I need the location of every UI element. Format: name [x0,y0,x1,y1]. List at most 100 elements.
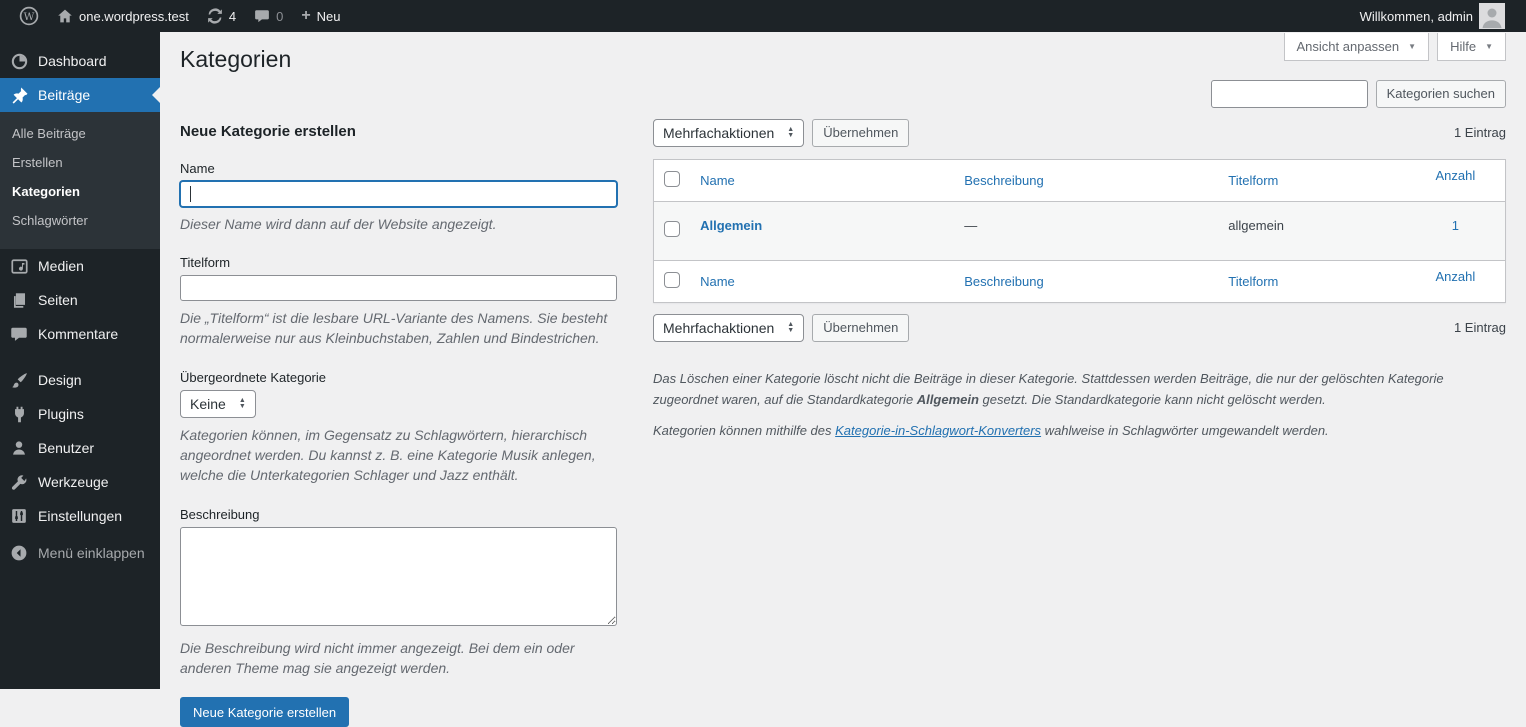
slug-help: Die „Titelform“ ist die lesbare URL-Vari… [180,310,608,347]
submenu-item-erstellen[interactable]: Erstellen [0,148,160,177]
submenu-item-alle-beitraege[interactable]: Alle Beiträge [0,119,160,148]
help-label: Hilfe [1450,39,1477,54]
row-checkbox[interactable] [664,221,680,238]
table-row: Allgemein — allgemein 1 [653,201,1506,261]
plus-icon: + [301,7,311,24]
sidebar-item-design[interactable]: Design [0,363,160,397]
screen-options-toggle[interactable]: Ansicht anpassen ▼ [1283,33,1430,61]
delete-note: Das Löschen einer Kategorie löscht nicht… [653,370,1444,408]
user-icon [9,438,29,458]
submenu-item-kategorien[interactable]: Kategorien [0,177,160,206]
select-all-checkbox[interactable] [664,170,680,187]
sidebar-item-kommentare[interactable]: Kommentare [0,317,160,351]
chevron-down-icon: ▼ [1485,41,1493,51]
sort-by-description-header[interactable]: Beschreibung [964,173,1044,188]
posts-submenu: Alle Beiträge Erstellen Kategorien Schla… [0,112,160,249]
plug-icon [9,404,29,424]
comment-count: 0 [276,8,284,24]
comment-bubble-icon [254,8,270,24]
table-footer-row: Name Beschreibung Titelform Anzahl [653,259,1506,303]
comments-menu[interactable]: 0 [245,0,292,32]
description-help: Die Beschreibung wird nicht immer angeze… [180,639,575,676]
sort-by-description-footer[interactable]: Beschreibung [964,274,1044,289]
form-title: Neue Kategorie erstellen [180,122,356,140]
select-stepper-icon: ▲ ▼ [787,320,795,334]
sidebar-item-medien[interactable]: Medien [0,249,160,283]
categories-list: Mehrfachaktionen ▲ ▼ Übernehmen 1 Eintrag… [653,118,1506,450]
category-name-link[interactable]: Allgemein [700,218,762,233]
brush-icon [9,370,29,390]
parent-category-help: Kategorien können, im Gegensatz zu Schla… [180,426,596,484]
select-stepper-icon: ▲ ▼ [238,396,246,410]
sort-by-count-header[interactable]: Anzahl [1435,168,1475,183]
sort-by-slug-footer[interactable]: Titelform [1228,274,1278,289]
categories-table: Name Beschreibung Titelform Anzahl Allge… [653,158,1506,303]
sidebar-item-seiten[interactable]: Seiten [0,283,160,317]
new-label: Neu [316,8,341,24]
sidebar-item-plugins[interactable]: Plugins [0,397,160,431]
sidebar-item-label: Kommentare [38,326,119,342]
updates-menu[interactable]: 4 [198,0,245,32]
category-description-textarea[interactable] [180,526,617,626]
admin-bar: W one.wordpress.test 4 0 + Neu Willkomme… [0,0,1526,32]
sidebar-item-dashboard[interactable]: Dashboard [0,44,160,78]
main-content: Ansicht anpassen ▼ Hilfe ▼ Kategorien Ka… [160,32,1526,727]
sidebar-item-label: Werkzeuge [38,474,109,490]
category-name-input[interactable] [180,180,617,207]
search-box: Kategorien suchen [180,79,1506,109]
sort-by-slug-header[interactable]: Titelform [1228,173,1278,188]
apply-button-top[interactable]: Übernehmen [812,118,910,147]
sort-by-count-footer[interactable]: Anzahl [1435,269,1475,284]
sidebar-item-benutzer[interactable]: Benutzer [0,431,160,465]
sidebar-item-werkzeuge[interactable]: Werkzeuge [0,465,160,499]
site-name-menu[interactable]: one.wordpress.test [48,0,198,32]
submenu-item-schlagwoerter[interactable]: Schlagwörter [0,206,160,235]
collapse-arrow-icon [9,543,29,563]
sort-by-name-footer[interactable]: Name [700,274,735,289]
sidebar-item-label: Plugins [38,406,84,422]
search-categories-button[interactable]: Kategorien suchen [1375,79,1506,108]
sidebar-item-label: Dashboard [38,53,107,69]
update-count: 4 [228,8,237,24]
parent-category-label: Übergeordnete Kategorie [180,369,326,385]
name-label: Name [180,160,215,176]
parent-category-selected: Keine [190,395,226,412]
sidebar-item-label: Beiträge [38,87,91,103]
category-to-tag-converter-link[interactable]: Kategorie-in-Schlagwort-Konverters [835,423,1041,438]
pushpin-icon [9,85,29,105]
category-post-count-link[interactable]: 1 [1452,218,1459,233]
select-stepper-icon: ▲ ▼ [787,125,795,139]
dashboard-icon [9,51,29,71]
category-slug-value: allgemein [1228,217,1284,233]
my-account-menu[interactable]: Willkommen, admin [1351,0,1514,32]
select-all-checkbox-footer[interactable] [664,271,680,288]
collapse-menu-button[interactable]: Menü einklappen [0,536,160,570]
sidebar-item-beitraege[interactable]: Beiträge [0,78,160,112]
converter-note: Kategorien können mithilfe des Kategorie… [653,422,1329,438]
comment-icon [9,324,29,344]
sort-by-name-header[interactable]: Name [700,173,735,188]
help-toggle[interactable]: Hilfe ▼ [1437,33,1506,61]
site-name: one.wordpress.test [79,8,189,24]
menu-separator [0,351,160,363]
sliders-icon [9,506,29,526]
sidebar-item-einstellungen[interactable]: Einstellungen [0,499,160,533]
category-slug-input[interactable] [180,275,617,302]
add-category-button[interactable]: Neue Kategorie erstellen [180,697,350,727]
apply-button-bottom[interactable]: Übernehmen [812,313,910,342]
home-icon [57,8,73,24]
bulk-actions-select-bottom[interactable]: Mehrfachaktionen ▲ ▼ [653,313,805,342]
wordpress-logo-menu[interactable]: W [10,0,48,32]
screen-options-label: Ansicht anpassen [1296,39,1400,54]
tablenav-bottom: Mehrfachaktionen ▲ ▼ Übernehmen 1 Eintrag [653,313,1506,342]
taxonomy-notes: Das Löschen einer Kategorie löscht nicht… [653,368,1506,441]
parent-category-select[interactable]: Keine ▲ ▼ [180,389,256,418]
search-input[interactable] [1210,79,1368,108]
chevron-down-icon: ▼ [1408,41,1417,51]
new-content-menu[interactable]: + Neu [292,0,349,32]
sidebar-item-label: Benutzer [38,440,95,456]
sidebar-item-label: Seiten [38,292,78,308]
description-label: Beschreibung [180,506,260,522]
greeting-text: Willkommen, admin [1359,8,1473,24]
bulk-actions-select-top[interactable]: Mehrfachaktionen ▲ ▼ [653,118,805,147]
